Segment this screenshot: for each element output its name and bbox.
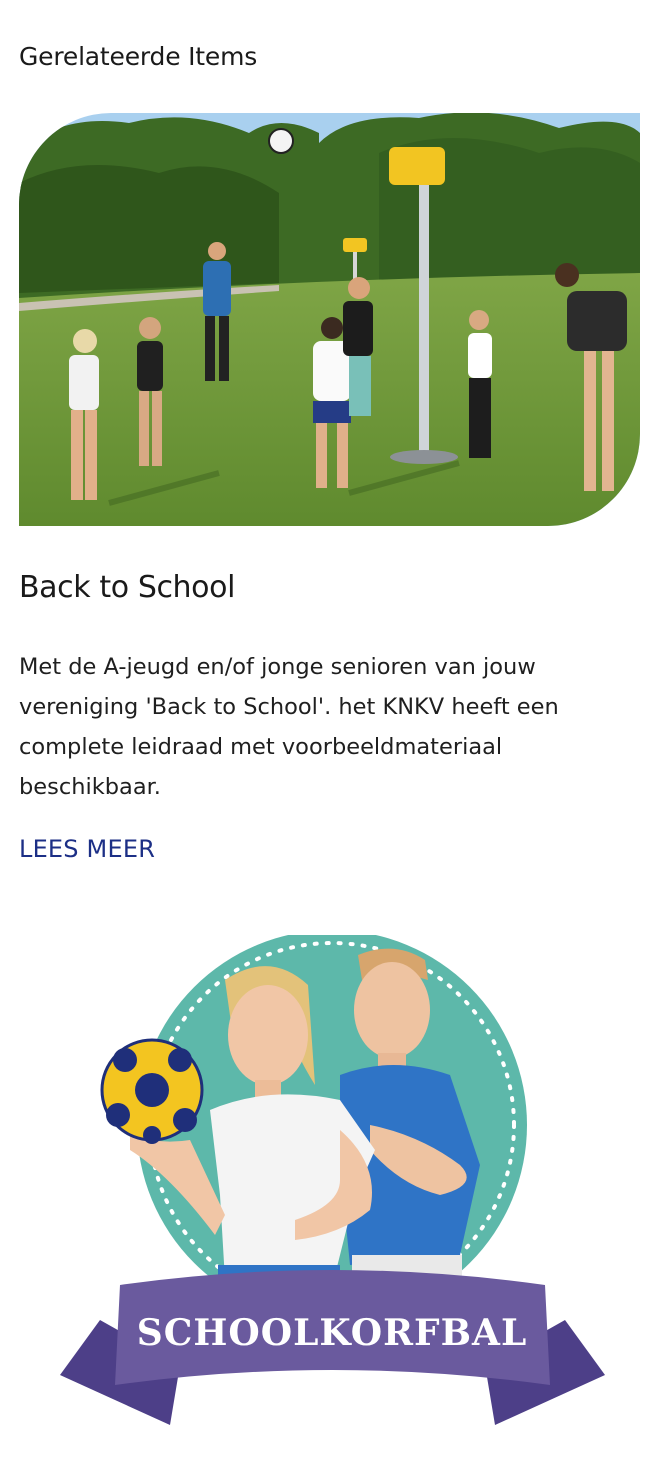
card-description: Met de A-jeugd en/of jonge senioren van … (19, 654, 559, 800)
schoolkorfbal-promo-image[interactable]: SCHOOLKORFBAL (40, 935, 630, 1435)
read-more-link[interactable]: LEES MEER (19, 835, 155, 863)
card-title[interactable]: Back to School (19, 570, 235, 605)
page: Gerelateerde Items Back to School Met de… (0, 0, 670, 1458)
section-title: Gerelateerde Items (19, 42, 258, 71)
card-image[interactable] (19, 113, 640, 526)
banner-text: SCHOOLKORFBAL (137, 1312, 528, 1354)
korfball-ball (100, 1038, 204, 1144)
